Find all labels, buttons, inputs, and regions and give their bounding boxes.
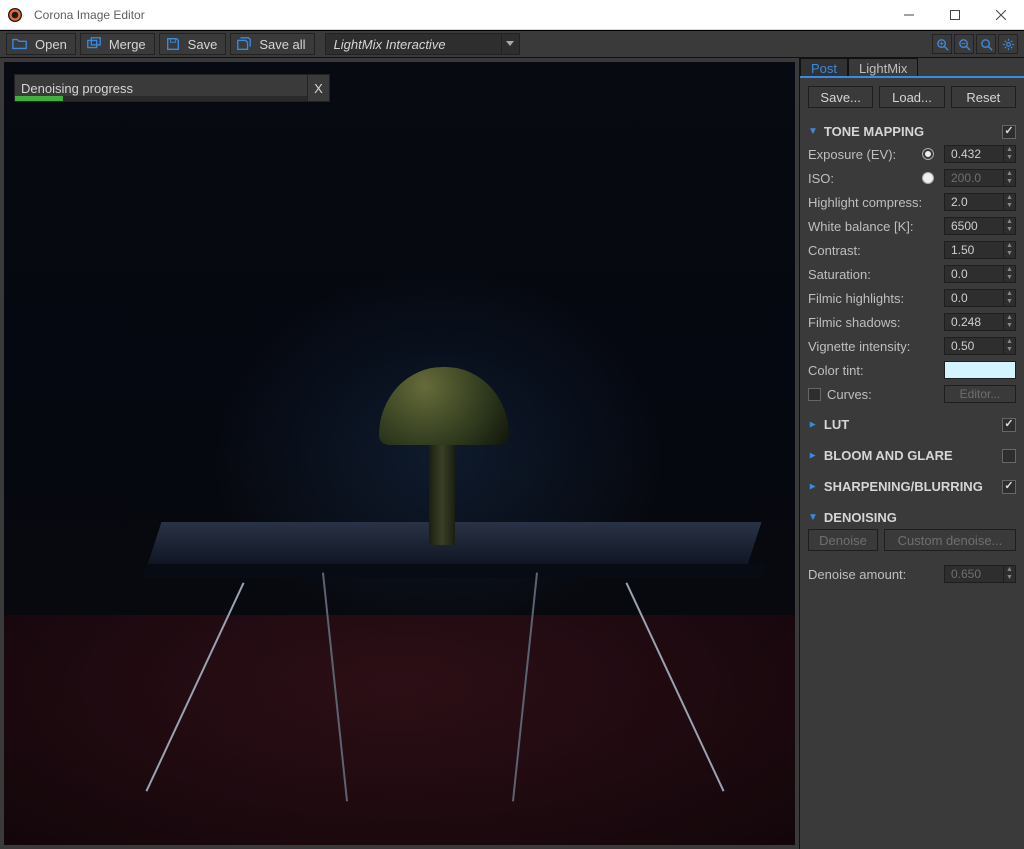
- vignette-label: Vignette intensity:: [808, 339, 944, 354]
- denoise-amount-input[interactable]: 0.650▲▼: [944, 565, 1016, 583]
- merge-label: Merge: [109, 37, 146, 52]
- section-title: BLOOM AND GLARE: [824, 448, 953, 463]
- merge-button[interactable]: Merge: [80, 33, 155, 55]
- tone-mapping-enable-checkbox[interactable]: [1002, 125, 1016, 139]
- color-tint-label: Color tint:: [808, 363, 944, 378]
- save-all-label: Save all: [259, 37, 305, 52]
- preset-dropdown[interactable]: LightMix Interactive: [325, 33, 520, 55]
- filmic-shadows-input[interactable]: 0.248▲▼: [944, 313, 1016, 331]
- custom-denoise-button[interactable]: Custom denoise...: [884, 529, 1016, 551]
- section-title: TONE MAPPING: [824, 124, 924, 139]
- section-title: SHARPENING/BLURRING: [824, 479, 983, 494]
- window-title: Corona Image Editor: [30, 8, 886, 22]
- render-viewport[interactable]: Denoising progress X: [0, 58, 800, 849]
- white-balance-label: White balance [K]:: [808, 219, 944, 234]
- section-title: DENOISING: [824, 510, 897, 525]
- exposure-label: Exposure (EV):: [808, 147, 922, 162]
- open-label: Open: [35, 37, 67, 52]
- filmic-highlights-input[interactable]: 0.0▲▼: [944, 289, 1016, 307]
- window-maximize-button[interactable]: [932, 0, 978, 30]
- sharpen-enable-checkbox[interactable]: [1002, 480, 1016, 494]
- chevron-right-icon: ▼: [807, 482, 818, 492]
- white-balance-input[interactable]: 6500▲▼: [944, 217, 1016, 235]
- progress-overlay: Denoising progress X: [14, 74, 330, 102]
- progress-label: Denoising progress: [15, 81, 133, 96]
- curves-label: Curves:: [827, 387, 944, 402]
- saturation-label: Saturation:: [808, 267, 944, 282]
- folder-open-icon: [11, 35, 29, 53]
- section-header-lut[interactable]: ▼ LUT: [808, 413, 1016, 436]
- panel-save-button[interactable]: Save...: [808, 86, 873, 108]
- curves-checkbox[interactable]: [808, 388, 821, 401]
- section-title: LUT: [824, 417, 849, 432]
- highlight-compress-label: Highlight compress:: [808, 195, 944, 210]
- denoise-button[interactable]: Denoise: [808, 529, 878, 551]
- contrast-input[interactable]: 1.50▲▼: [944, 241, 1016, 259]
- tab-lightmix[interactable]: LightMix: [848, 58, 918, 76]
- chevron-down-icon: ▼: [808, 126, 818, 137]
- progress-fill: [15, 96, 63, 101]
- filmic-shadows-label: Filmic shadows:: [808, 315, 944, 330]
- render-image: [4, 62, 795, 845]
- section-header-bloom[interactable]: ▼ BLOOM AND GLARE: [808, 444, 1016, 467]
- color-tint-swatch[interactable]: [944, 361, 1016, 379]
- exposure-input[interactable]: 0.432▲▼: [944, 145, 1016, 163]
- panel-reset-button[interactable]: Reset: [951, 86, 1016, 108]
- section-header-denoising[interactable]: ▼ DENOISING: [808, 506, 1016, 529]
- save-icon: [164, 35, 182, 53]
- denoise-amount-label: Denoise amount:: [808, 567, 944, 582]
- tab-post[interactable]: Post: [800, 58, 848, 76]
- open-button[interactable]: Open: [6, 33, 76, 55]
- window-close-button[interactable]: [978, 0, 1024, 30]
- iso-label: ISO:: [808, 171, 922, 186]
- chevron-down-icon: ▼: [808, 512, 818, 523]
- lut-enable-checkbox[interactable]: [1002, 418, 1016, 432]
- exposure-radio[interactable]: [922, 148, 934, 160]
- app-icon: [0, 0, 30, 30]
- zoom-fit-button[interactable]: [976, 34, 996, 54]
- window-minimize-button[interactable]: [886, 0, 932, 30]
- highlight-compress-input[interactable]: 2.0▲▼: [944, 193, 1016, 211]
- side-panel: Post LightMix Save... Load... Reset ▼ TO…: [800, 58, 1024, 849]
- preset-value: LightMix Interactive: [326, 37, 501, 52]
- bloom-enable-checkbox[interactable]: [1002, 449, 1016, 463]
- settings-button[interactable]: [998, 34, 1018, 54]
- iso-radio[interactable]: [922, 172, 934, 184]
- vignette-input[interactable]: 0.50▲▼: [944, 337, 1016, 355]
- zoom-out-button[interactable]: [954, 34, 974, 54]
- progress-close-button[interactable]: X: [307, 75, 329, 101]
- main-toolbar: Open Merge Save Save all LightMix Intera…: [0, 30, 1024, 58]
- section-header-tone-mapping[interactable]: ▼ TONE MAPPING: [808, 120, 1016, 143]
- section-header-sharpen[interactable]: ▼ SHARPENING/BLURRING: [808, 475, 1016, 498]
- chevron-right-icon: ▼: [807, 451, 818, 461]
- curves-editor-button[interactable]: Editor...: [944, 385, 1016, 403]
- iso-input[interactable]: 200.0▲▼: [944, 169, 1016, 187]
- save-all-button[interactable]: Save all: [230, 33, 314, 55]
- filmic-highlights-label: Filmic highlights:: [808, 291, 944, 306]
- save-all-icon: [235, 35, 253, 53]
- saturation-input[interactable]: 0.0▲▼: [944, 265, 1016, 283]
- chevron-down-icon: [501, 34, 519, 54]
- zoom-in-button[interactable]: [932, 34, 952, 54]
- merge-icon: [85, 35, 103, 53]
- contrast-label: Contrast:: [808, 243, 944, 258]
- panel-load-button[interactable]: Load...: [879, 86, 944, 108]
- chevron-right-icon: ▼: [807, 420, 818, 430]
- panel-tabs: Post LightMix: [800, 58, 1024, 78]
- save-button[interactable]: Save: [159, 33, 227, 55]
- window-titlebar: Corona Image Editor: [0, 0, 1024, 30]
- save-label: Save: [188, 37, 218, 52]
